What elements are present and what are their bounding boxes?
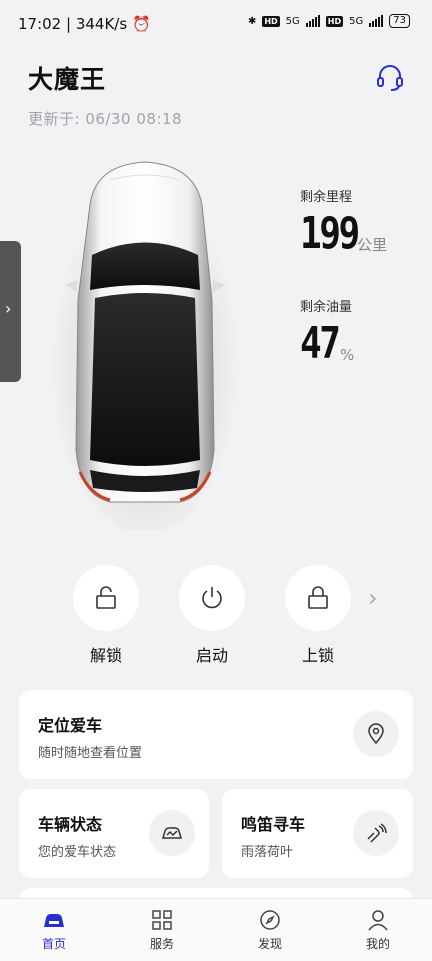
status-bar: 17:02 | 344K/s ⏰ ✱ HD 5G HD 5G 73 [0,0,432,50]
status-time-speed: 17:02 | 344K/s ⏰ [18,15,151,33]
power-icon [202,587,222,609]
fuel-unit: % [340,346,355,364]
start-button[interactable] [179,565,245,631]
page-title: 大魔王 [28,65,107,94]
lock-icon [308,586,328,609]
fuel-value: 47 [300,318,341,369]
range-readout: 199 公里 [300,210,420,258]
hd-badge-1: HD [262,15,280,27]
status-card-subtitle: 您的爱车状态 [38,845,117,860]
locate-card-subtitle: 随时随地查看位置 [38,746,143,761]
compass-icon [260,910,280,930]
hd-badge-2: HD [325,15,344,27]
chevron-right-icon: › [5,299,12,318]
network-label-2: 5G [349,15,364,27]
signal-icon-2 [369,15,384,27]
network-label-1: 5G [285,15,300,27]
start-label: 启动 [195,646,228,665]
status-card-title: 车辆状态 [38,815,103,834]
fuel-readout: 47 % [300,320,420,368]
grid-icon [152,910,172,930]
locate-card-title: 定位爱车 [38,716,103,735]
vehicle-status-card[interactable]: 车辆状态 您的爱车状态 [19,789,209,878]
battery-indicator: 73 [389,14,410,28]
horn-icon [353,810,399,856]
bluetooth-icon: ✱ [247,15,257,27]
lock-label: 上锁 [301,646,334,665]
tab-discover-label: 发现 [257,937,282,951]
side-drawer-handle[interactable]: › [0,241,21,382]
range-label: 剩余里程 [300,190,353,205]
alarm-icon: ⏰ [131,15,151,33]
car-top-view-image [50,150,240,535]
tab-mine[interactable]: 我的 [348,909,408,952]
tab-mine-label: 我的 [365,937,390,951]
tab-home[interactable]: 首页 [24,909,84,952]
home-car-icon [44,914,64,927]
person-icon [368,910,388,931]
unlock-icon [96,586,116,609]
status-icons: ✱ HD 5G HD 5G 73 [248,14,410,28]
tab-service[interactable]: 服务 [132,909,192,952]
tab-discover[interactable]: 发现 [240,909,300,952]
status-speed: 344K/s [75,15,128,33]
tab-home-label: 首页 [41,937,66,951]
tab-service-label: 服务 [149,937,174,951]
bottom-tab-bar: 首页 服务 发现 我的 [0,898,432,961]
range-value: 199 [300,208,360,259]
unlock-label: 解锁 [89,646,122,665]
status-time: 17:02 [18,15,62,33]
horn-card-subtitle: 雨落荷叶 [241,845,294,860]
chevron-right-icon[interactable]: › [368,584,378,612]
headset-icon[interactable] [374,62,406,94]
horn-find-car-card[interactable]: 鸣笛寻车 雨落荷叶 [222,789,413,878]
signal-icon-1 [305,15,320,27]
range-unit: 公里 [357,236,388,254]
locate-car-card[interactable]: 定位爱车 随时随地查看位置 [19,690,413,779]
horn-card-title: 鸣笛寻车 [241,815,306,834]
location-pin-icon [353,711,399,757]
fuel-label: 剩余油量 [300,300,353,315]
car-status-icon [149,810,195,856]
lock-button[interactable] [285,565,351,631]
update-time: 更新于: 06/30 08:18 [28,110,183,128]
unlock-button[interactable] [73,565,139,631]
